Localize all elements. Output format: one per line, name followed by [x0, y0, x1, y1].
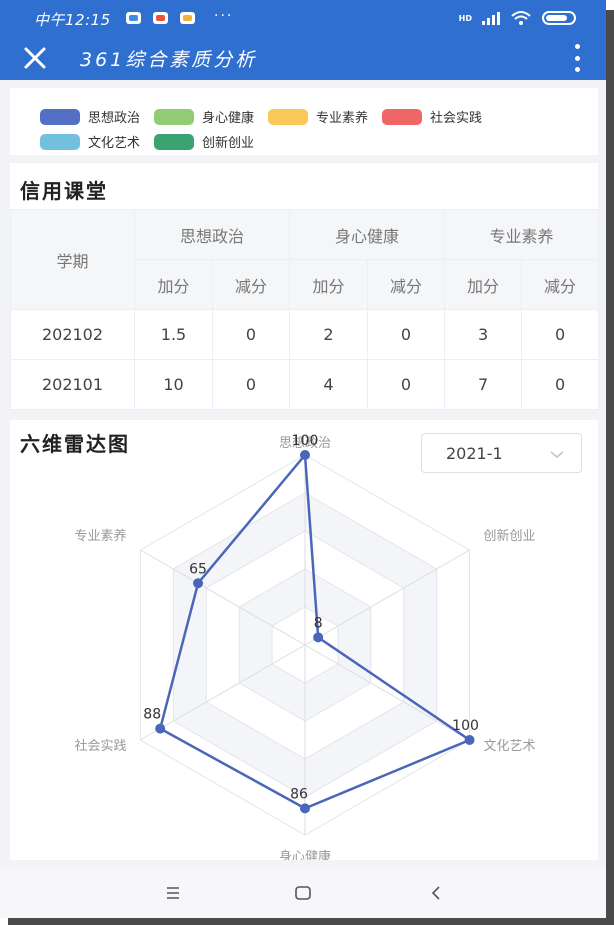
radar-point	[313, 632, 324, 643]
score-cell: 4	[289, 359, 369, 410]
radar-point	[193, 578, 204, 589]
table-row: 202102 1.5 0 2 0 3 0	[10, 309, 600, 360]
weibo-icon	[153, 12, 168, 24]
legend-swatch	[40, 133, 80, 150]
radar-data-label: 88	[143, 707, 161, 723]
sub-header: 减分	[521, 259, 600, 310]
legend-item[interactable]: 社会实践	[382, 108, 483, 126]
score-cell: 7	[444, 359, 523, 410]
radar-indicator-label: 创新创业	[484, 528, 536, 544]
group-header: 思想政治	[133, 209, 291, 260]
score-cell: 0	[521, 309, 600, 360]
radar-data-label: 8	[314, 615, 323, 631]
radar-data-label: 100	[292, 433, 319, 449]
app-bar: 361综合素质分析	[0, 36, 606, 80]
credit-section: 信用课堂 学期 思想政治 身心健康 专业素养 加分 减分 加分 减分 加分 减分…	[10, 163, 600, 410]
close-icon[interactable]	[22, 45, 48, 71]
group-header: 专业素养	[444, 209, 600, 260]
wifi-icon	[511, 11, 531, 25]
radar-section: 思想政治 创新创业 文化艺术 身心健康 社会实践 专业素养 100 8 100 86 88 65 六维…	[10, 420, 598, 860]
menu-icon[interactable]	[160, 880, 186, 906]
home-icon[interactable]	[290, 880, 316, 906]
sub-header: 减分	[211, 259, 291, 310]
battery-icon	[542, 11, 576, 25]
legend-swatch	[382, 108, 423, 125]
radar-point	[300, 450, 310, 460]
score-cell: 0	[211, 359, 291, 410]
status-right: HD	[459, 10, 576, 26]
table-row: 202101 10 0 4 0 7 0	[10, 359, 600, 410]
term-cell: 202102	[10, 309, 135, 360]
message-icon	[180, 12, 195, 24]
add-header: 加分	[444, 259, 523, 310]
legend-item[interactable]: 身心健康	[154, 108, 255, 126]
score-cell: 3	[444, 309, 523, 360]
radar-data-label: 65	[189, 561, 207, 577]
term-header: 学期	[10, 209, 135, 310]
radar-data-label: 86	[290, 786, 308, 802]
legend-swatch	[40, 108, 80, 125]
radar-indicator-label: 文化艺术	[484, 739, 536, 754]
score-cell: 0	[211, 309, 291, 360]
screenshot-shadow	[606, 10, 614, 925]
legend-label: 思想政治	[88, 111, 141, 126]
screenshot-shadow	[8, 918, 614, 925]
radar-indicator-label: 身心健康	[279, 849, 331, 860]
legend-swatch	[154, 108, 195, 125]
legend-label: 文化艺术	[88, 136, 141, 151]
score-cell: 2	[289, 309, 369, 360]
status-bar: 中午12:15 ··· HD	[0, 0, 606, 36]
page-title: 361综合素质分析	[80, 49, 258, 71]
radar-indicator-label: 社会实践	[74, 738, 126, 754]
score-cell: 0	[521, 359, 600, 410]
legend-card: 思想政治 身心健康 专业素养 社会实践文化艺术 创新创业	[10, 88, 598, 155]
legend-swatch	[154, 133, 195, 150]
legend-swatch	[268, 108, 309, 125]
legend-item[interactable]: 文化艺术	[40, 133, 141, 151]
legend-label: 专业素养	[316, 111, 369, 126]
credit-title: 信用课堂	[20, 179, 108, 203]
add-header: 加分	[134, 259, 213, 310]
group-header: 身心健康	[289, 209, 446, 260]
status-time: 中午12:15	[34, 11, 111, 29]
sub-header: 减分	[367, 259, 446, 310]
add-header: 加分	[289, 259, 369, 310]
more-vertical-icon[interactable]	[572, 44, 582, 72]
status-more-dots: ···	[214, 8, 234, 24]
radar-point	[300, 803, 310, 814]
score-cell: 10	[134, 359, 213, 410]
legend: 思想政治 身心健康 专业素养 社会实践文化艺术 创新创业	[40, 108, 600, 151]
network-hd-label: HD	[458, 13, 472, 23]
screen: 中午12:15 ··· HD 361综合素质分析 思想政治 身心健康 专业素养 …	[0, 0, 606, 918]
signal-icon	[482, 11, 500, 25]
back-icon[interactable]	[423, 880, 449, 906]
legend-item[interactable]: 创新创业	[154, 133, 255, 151]
chevron-down-icon	[550, 451, 564, 458]
legend-item[interactable]: 专业素养	[268, 108, 369, 126]
radar-chart: 思想政治创新创业文化艺术身心健康社会实践专业素养1008100868865	[74, 433, 536, 860]
score-cell: 0	[367, 359, 446, 410]
radar-point	[464, 735, 475, 745]
radar-data-label: 100	[452, 718, 479, 734]
term-select[interactable]: 2021-1	[421, 433, 582, 473]
baidu-map-icon	[126, 12, 141, 24]
term-cell: 202101	[10, 359, 135, 410]
legend-label: 身心健康	[202, 111, 255, 126]
radar-indicator-label: 专业素养	[74, 528, 126, 544]
radar-point	[155, 723, 166, 734]
legend-item[interactable]: 思想政治	[40, 108, 141, 126]
legend-label: 创新创业	[202, 136, 255, 151]
radar-title: 六维雷达图	[20, 432, 130, 456]
score-cell: 0	[367, 309, 446, 360]
system-nav-bar	[0, 868, 606, 918]
score-cell: 1.5	[134, 309, 213, 360]
term-select-value: 2021-1	[446, 444, 503, 463]
credit-table: 学期 思想政治 身心健康 专业素养 加分 减分 加分 减分 加分 减分 2021…	[10, 209, 600, 410]
legend-label: 社会实践	[430, 111, 483, 126]
